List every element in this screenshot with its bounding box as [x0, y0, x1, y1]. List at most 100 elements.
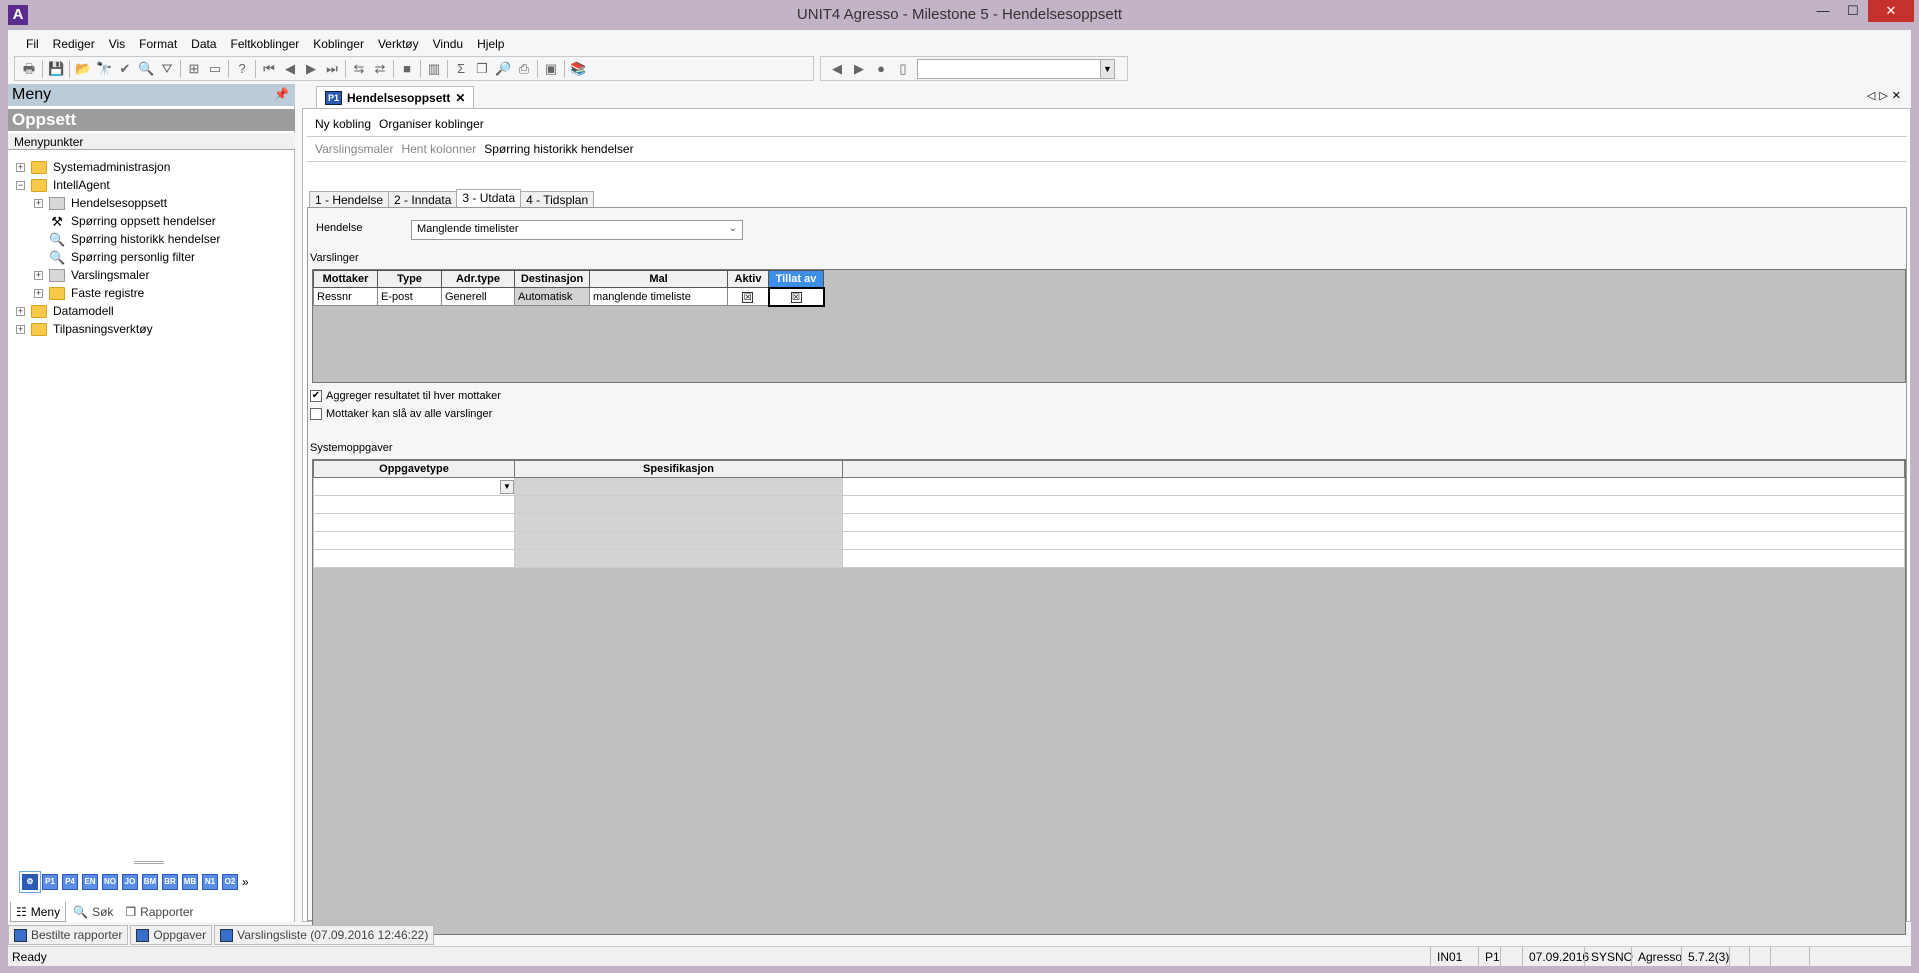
window-icon[interactable]: ▣ — [543, 61, 559, 77]
table-row[interactable] — [313, 513, 1905, 532]
tree-item-8[interactable]: + Datamodell — [16, 302, 114, 320]
pin-icon[interactable]: 📌 — [274, 87, 289, 101]
table-cell[interactable] — [842, 477, 1905, 496]
last-icon[interactable]: ⏭ — [324, 61, 340, 77]
table-cell[interactable] — [514, 495, 843, 514]
menu-koblinger[interactable]: Koblinger — [313, 37, 364, 51]
table-cell[interactable] — [842, 513, 1905, 532]
panel-tab-meny[interactable]: ☷ Meny — [10, 902, 67, 922]
panel-tab-søk[interactable]: 🔍 Søk — [68, 902, 118, 922]
copy-icon[interactable]: ❐ — [474, 61, 490, 77]
checkbox-icon[interactable]: ☒ — [790, 291, 802, 303]
tree-item-7[interactable]: + Faste registre — [34, 284, 144, 302]
zoom-icon[interactable]: 🔎 — [495, 61, 511, 77]
menu-rediger[interactable]: Rediger — [53, 37, 95, 51]
table-cell[interactable] — [842, 549, 1905, 568]
minimize-button[interactable]: — — [1808, 0, 1838, 22]
menu-verktøy[interactable]: Verktøy — [378, 37, 419, 51]
table-cell[interactable] — [514, 513, 843, 532]
bottom-tab[interactable]: Varslingsliste (07.09.2016 12:46:22) — [214, 925, 435, 945]
maximize-button[interactable]: ☐ — [1838, 0, 1868, 22]
books-icon[interactable]: 📚 — [570, 61, 586, 77]
save-icon[interactable]: 💾 — [48, 61, 64, 77]
menu-hjelp[interactable]: Hjelp — [477, 37, 504, 51]
splitter-handle[interactable] — [134, 861, 164, 864]
tree-item-9[interactable]: + Tilpasningsverktøy — [16, 320, 153, 338]
shortcut-button[interactable]: EN — [82, 874, 98, 890]
blank-icon[interactable]: ▭ — [207, 61, 223, 77]
table-cell[interactable] — [842, 531, 1905, 550]
shortcut-button[interactable]: MB — [182, 874, 198, 890]
close-icon[interactable]: ✕ — [1892, 90, 1905, 102]
expand-icon[interactable]: + — [16, 306, 25, 316]
shortcut-button[interactable]: BR — [162, 874, 178, 890]
dropdown-arrow-icon[interactable]: ▼ — [500, 479, 514, 494]
search-icon[interactable]: 🔍 — [138, 61, 154, 77]
shortcut-button[interactable]: NO — [102, 874, 118, 890]
panel-tab-rapporter[interactable]: ❐ Rapporter — [120, 902, 198, 922]
expand-icon[interactable]: + — [34, 270, 43, 280]
tree-item-5[interactable]: 🔍 Spørring personlig filter — [34, 248, 195, 266]
aggreger-checkbox[interactable]: ✔ Aggreger resultatet til hver mottaker — [310, 390, 501, 402]
bottom-tab[interactable]: Oppgaver — [130, 925, 213, 945]
table-row[interactable] — [313, 495, 1905, 514]
expand-icon[interactable]: + — [16, 162, 25, 172]
table-cell[interactable] — [514, 531, 843, 550]
shortcut-button[interactable]: JO — [122, 874, 138, 890]
check-icon[interactable]: ✔ — [117, 61, 133, 77]
insert-row-icon[interactable]: ⊞ — [186, 61, 202, 77]
chevron-down-icon[interactable]: ▼ — [1100, 59, 1114, 78]
table-row[interactable]: Ressnr E-post Generell Automatisk manglende … — [313, 286, 825, 307]
table-cell[interactable]: ▼ — [313, 477, 515, 496]
table-cell[interactable] — [514, 477, 843, 496]
table-cell[interactable] — [313, 549, 515, 568]
table-cell[interactable] — [842, 495, 1905, 514]
menu-vindu[interactable]: Vindu — [433, 37, 463, 51]
table-row[interactable] — [313, 531, 1905, 550]
open-icon[interactable]: 📂 — [75, 61, 91, 77]
table-row[interactable]: ▼ — [313, 477, 1905, 496]
hendelse-select[interactable]: Manglende timelister ⌄ — [411, 220, 743, 240]
table-cell[interactable]: Automatisk — [514, 287, 590, 306]
tab-4[interactable]: 4 - Tidsplan — [520, 191, 595, 208]
stop-icon[interactable]: ■ — [399, 61, 415, 77]
table-cell[interactable] — [313, 531, 515, 550]
shortcut-button[interactable]: BM — [142, 874, 158, 890]
print-preview-icon[interactable]: ⎙ — [516, 61, 532, 77]
column-header[interactable]: Type — [377, 270, 442, 288]
table-cell[interactable] — [313, 513, 515, 532]
menu-feltkoblinger[interactable]: Feltkoblinger — [231, 37, 300, 51]
table-cell[interactable]: Ressnr — [313, 287, 378, 306]
table-cell[interactable]: ☒ — [767, 286, 825, 307]
table-cell[interactable] — [313, 495, 515, 514]
tree-item-3[interactable]: ⚒ Spørring oppsett hendelser — [34, 212, 216, 230]
table-cell[interactable]: ☒ — [727, 287, 769, 306]
collapse-icon[interactable]: − — [16, 180, 25, 190]
expand-icon[interactable]: + — [34, 198, 43, 208]
checkbox-box[interactable]: ✔ — [310, 390, 322, 402]
shortcut-button[interactable]: O2 — [222, 874, 238, 890]
find-icon[interactable]: 🔭 — [96, 61, 112, 77]
table-cell[interactable]: Generell — [441, 287, 515, 306]
table-cell[interactable]: manglende timeliste — [589, 287, 728, 306]
link-icon[interactable]: ⇆ — [351, 61, 367, 77]
column-header[interactable]: Mal — [589, 270, 728, 288]
menu-format[interactable]: Format — [139, 37, 177, 51]
help-icon[interactable]: ? — [234, 61, 250, 77]
tree-item-6[interactable]: + Varslingsmaler — [34, 266, 149, 284]
tree-item-2[interactable]: + Hendelsesoppsett — [34, 194, 167, 212]
tab-1[interactable]: 1 - Hendelse — [309, 191, 390, 208]
close-icon[interactable]: ✕ — [455, 91, 465, 105]
page-icon[interactable]: ▯ — [895, 61, 911, 77]
bottom-tab[interactable]: Bestilte rapporter — [8, 925, 129, 945]
forward-icon[interactable]: ▶ — [851, 61, 867, 77]
action-link[interactable]: Ny kobling — [315, 117, 371, 131]
table-cell[interactable]: E-post — [377, 287, 442, 306]
close-button[interactable]: ✕ — [1868, 0, 1914, 22]
column-header[interactable]: Adr.type — [441, 270, 515, 288]
sum-icon[interactable]: Σ — [453, 61, 469, 77]
table-cell[interactable] — [514, 549, 843, 568]
column-header[interactable]: Destinasjon — [514, 270, 590, 288]
tab-3[interactable]: 3 - Utdata — [456, 189, 522, 208]
scroll-left-icon[interactable]: ◁ — [1867, 90, 1879, 102]
